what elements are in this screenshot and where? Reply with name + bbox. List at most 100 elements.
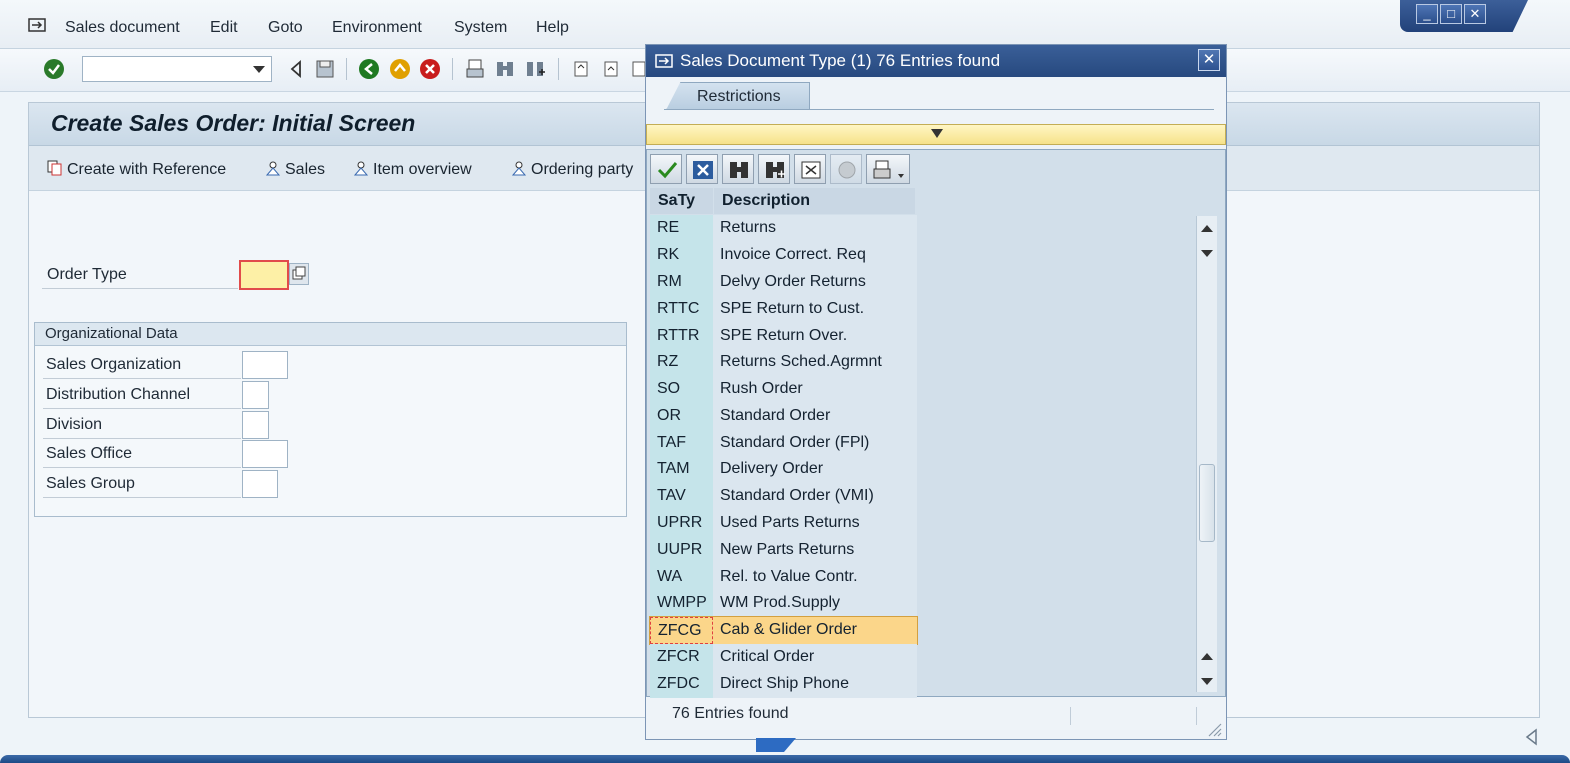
ordering-party-button[interactable]: Ordering party (511, 160, 633, 179)
menu-bar: Sales document Edit Goto Environment Sys… (0, 0, 1570, 49)
first-page-icon[interactable] (570, 58, 592, 80)
create-with-reference-button[interactable]: Create with Reference (47, 160, 226, 179)
back-arrow-icon[interactable] (285, 58, 307, 80)
resize-grip-icon[interactable] (1206, 721, 1222, 737)
expand-restrictions-bar[interactable] (646, 124, 1226, 145)
table-row[interactable]: ZFDC Direct Ship Phone (650, 671, 917, 698)
print-button[interactable] (866, 154, 910, 184)
toolbar-divider (452, 58, 453, 80)
page-down-icon[interactable] (1197, 670, 1217, 692)
table-row[interactable]: UUPR New Parts Returns (650, 537, 917, 564)
table-row[interactable]: OR Standard Order (650, 403, 917, 430)
table-row[interactable]: RM Delvy Order Returns (650, 269, 917, 296)
menu-edit[interactable]: Edit (210, 19, 238, 37)
table-row[interactable]: RTTR SPE Return Over. (650, 323, 917, 350)
menu-system[interactable]: System (454, 19, 507, 37)
table-row[interactable]: RZ Returns Sched.Agrmnt (650, 349, 917, 376)
table-row-selected[interactable]: ZFCG Cab & Glider Order (649, 616, 918, 645)
division-label: Division (46, 416, 103, 433)
person-icon (265, 161, 281, 176)
tab-restrictions[interactable]: Restrictions (666, 82, 810, 110)
page-title: Create Sales Order: Initial Screen (51, 110, 416, 136)
menu-goto[interactable]: Goto (268, 19, 303, 37)
table-row[interactable]: RTTC SPE Return to Cust. (650, 296, 917, 323)
label-underline (43, 467, 241, 468)
menu-environment[interactable]: Environment (332, 19, 422, 37)
copy-document-icon (47, 160, 62, 176)
sales-organization-label: Sales Organization (46, 356, 182, 373)
value-help-dialog: Sales Document Type (1) 76 Entries found… (645, 44, 1227, 740)
item-overview-button[interactable]: Item overview (353, 160, 472, 179)
cancel-icon (693, 161, 713, 179)
scrollbar-thumb[interactable] (1199, 464, 1215, 542)
find-next-icon[interactable] (524, 58, 546, 80)
table-row[interactable]: WA Rel. to Value Contr. (650, 564, 917, 591)
menu-help[interactable]: Help (536, 19, 569, 37)
find-next-button[interactable] (758, 154, 790, 184)
previous-page-icon[interactable] (600, 58, 622, 80)
group-title: Organizational Data (45, 325, 178, 342)
save-icon[interactable] (314, 58, 336, 80)
value-help-icon (292, 266, 306, 280)
command-field[interactable] (82, 56, 272, 82)
status-divider (1196, 707, 1197, 725)
triangle-left-icon[interactable] (1524, 728, 1538, 746)
column-header-description[interactable]: Description (714, 188, 915, 214)
sap-logo (756, 738, 796, 752)
table-row[interactable]: SO Rush Order (650, 376, 917, 403)
minimize-icon[interactable]: _ (1416, 4, 1438, 24)
table-row[interactable]: RK Invoice Correct. Req (650, 242, 917, 269)
menu-icon[interactable] (28, 18, 46, 32)
close-icon[interactable]: ✕ (1198, 49, 1220, 71)
find-button[interactable] (722, 154, 754, 184)
back-icon[interactable] (358, 58, 380, 80)
table-row[interactable]: UPRR Used Parts Returns (650, 510, 917, 537)
table-row[interactable]: RE Returns (650, 215, 917, 242)
table-row[interactable]: TAM Delivery Order (650, 456, 917, 483)
value-help-button[interactable] (289, 263, 309, 285)
vertical-scrollbar[interactable] (1196, 216, 1217, 692)
order-type-field[interactable] (239, 260, 289, 290)
label-underline (42, 288, 238, 289)
group-header: Organizational Data (35, 323, 626, 346)
table-row[interactable]: WMPP WM Prod.Supply (650, 590, 917, 617)
copy-button[interactable] (650, 154, 682, 184)
maximize-icon[interactable]: □ (1440, 4, 1462, 24)
exit-icon[interactable] (389, 58, 411, 80)
label-underline (43, 408, 241, 409)
table-row[interactable]: ZFCR Critical Order (650, 644, 917, 671)
toolbar-divider (558, 58, 559, 80)
binoculars-icon (730, 162, 748, 178)
dialog-title: Sales Document Type (1) 76 Entries found (680, 51, 1001, 70)
triangle-down-icon (931, 129, 943, 138)
division-field[interactable] (242, 411, 269, 439)
chevron-down-icon[interactable] (253, 66, 265, 73)
info-button[interactable] (830, 154, 862, 184)
menu-sales-document[interactable]: Sales document (65, 19, 180, 37)
column-header-saty[interactable]: SaTy (650, 188, 713, 214)
status-divider (1070, 707, 1071, 725)
menu-icon[interactable] (655, 54, 673, 68)
scroll-down-icon[interactable] (1197, 242, 1217, 264)
sort-icon (801, 161, 821, 179)
sales-organization-field[interactable] (242, 351, 288, 379)
find-icon[interactable] (494, 58, 516, 80)
window-controls: _ □ ✕ (1400, 0, 1528, 32)
sort-button[interactable] (794, 154, 826, 184)
print-icon[interactable] (464, 58, 486, 80)
table-row[interactable]: TAV Standard Order (VMI) (650, 483, 917, 510)
page-up-icon[interactable] (1197, 646, 1217, 668)
scroll-up-icon[interactable] (1197, 218, 1217, 240)
cancel-button[interactable] (686, 154, 718, 184)
close-window-icon[interactable]: ✕ (1464, 4, 1486, 24)
sales-group-field[interactable] (242, 470, 278, 498)
hit-list: SaTy Description RE Returns RK Invoice Cor… (646, 149, 1226, 698)
sales-button[interactable]: Sales (265, 160, 325, 179)
enter-icon[interactable] (43, 58, 65, 80)
sales-office-field[interactable] (242, 440, 288, 468)
cancel-icon[interactable] (419, 58, 441, 80)
table-row[interactable]: TAF Standard Order (FPl) (650, 430, 917, 457)
sales-office-label: Sales Office (46, 445, 132, 462)
distribution-channel-field[interactable] (242, 381, 269, 409)
label-underline (43, 438, 241, 439)
